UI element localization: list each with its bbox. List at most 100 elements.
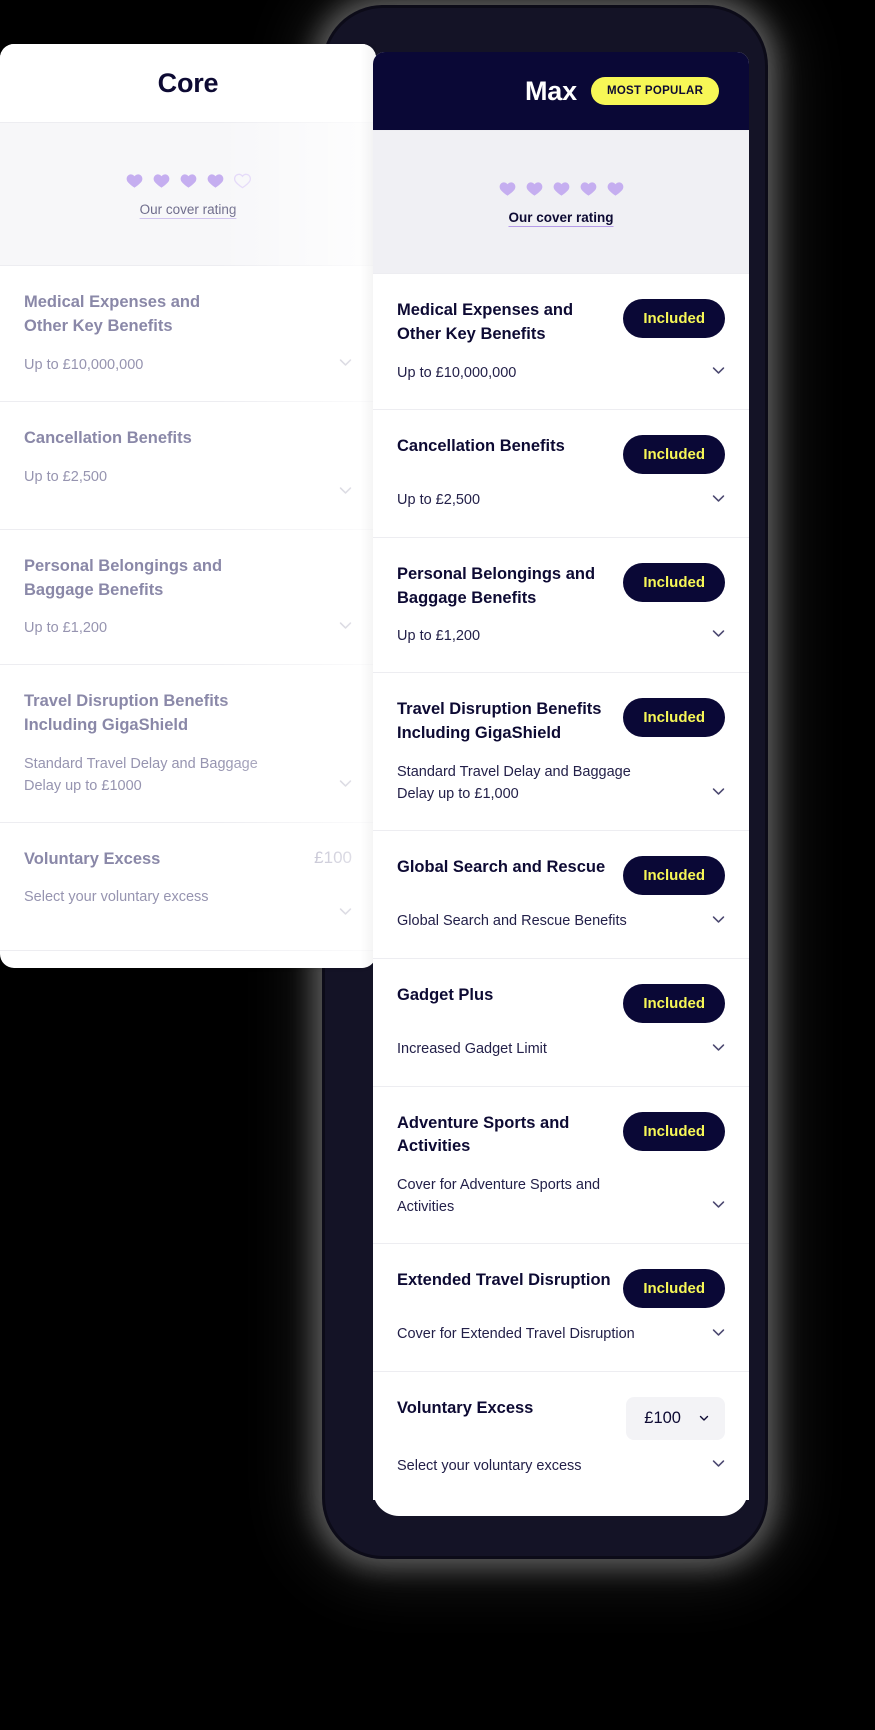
core-card-header: Core	[0, 44, 376, 122]
max-cover-rating-label[interactable]: Our cover rating	[508, 210, 613, 225]
core-cover-rating-label[interactable]: Our cover rating	[140, 202, 237, 217]
chevron-down-icon[interactable]	[337, 482, 354, 499]
benefit-row-top: Personal Belongings and Baggage Benefits	[24, 555, 352, 603]
benefit-row-top: Adventure Sports and Activities Included	[397, 1111, 725, 1160]
benefit-subtitle: Up to £2,500	[24, 468, 108, 485]
core-benefit-list: Medical Expenses and Other Key Benefits U…	[0, 266, 376, 951]
benefit-title: Voluntary Excess	[397, 1398, 534, 1417]
benefit-row-top: Voluntary Excess £100	[24, 848, 352, 872]
heart-filled-icon	[207, 174, 223, 188]
benefit-row[interactable]: Personal Belongings and Baggage Benefits…	[0, 530, 376, 666]
benefit-title: Voluntary Excess	[24, 849, 161, 868]
comparison-screenshot: Core Our cover rating Medical Expenses a…	[0, 0, 875, 1730]
benefit-row[interactable]: Gadget Plus Included Increased Gadget Limi…	[373, 959, 749, 1087]
benefit-title: Medical Expenses and Other Key Benefits	[24, 293, 201, 335]
benefit-subtitle: Increased Gadget Limit	[397, 1040, 547, 1057]
included-badge: Included	[623, 698, 725, 738]
chevron-down-icon[interactable]	[710, 1324, 727, 1341]
benefit-subtitle: Up to £2,500	[397, 491, 481, 508]
core-plan-title: Core	[157, 67, 219, 98]
chevron-down-icon[interactable]	[710, 783, 727, 800]
benefit-row[interactable]: Medical Expenses and Other Key Benefits I…	[373, 274, 749, 410]
benefit-row[interactable]: Adventure Sports and Activities Included C…	[373, 1087, 749, 1244]
benefit-subtitle: Standard Travel Delay and Baggage Delay …	[24, 756, 258, 794]
heart-filled-icon	[126, 174, 142, 188]
heart-filled-icon	[180, 174, 196, 188]
benefit-row-top: Voluntary Excess £100	[397, 1396, 725, 1440]
heart-filled-icon	[553, 182, 569, 196]
max-cover-rating-hearts	[498, 179, 625, 198]
benefit-title: Gadget Plus	[397, 985, 494, 1004]
heart-outline-icon	[233, 173, 251, 189]
benefit-row[interactable]: Cancellation Benefits Up to £2,500	[0, 402, 376, 530]
benefit-row[interactable]: Travel Disruption Benefits Including Gig…	[373, 673, 749, 831]
voluntary-excess-select[interactable]: £100	[626, 1396, 725, 1440]
benefit-row[interactable]: Voluntary Excess £100 Select your voluntar…	[373, 1372, 749, 1500]
benefit-subtitle: Standard Travel Delay and Baggage Delay …	[397, 764, 631, 802]
chevron-down-icon[interactable]	[710, 490, 727, 507]
benefit-row[interactable]: Global Search and Rescue Included Global S…	[373, 831, 749, 959]
benefit-title: Global Search and Rescue	[397, 857, 606, 876]
benefit-row[interactable]: Cancellation Benefits Included Up to £2,50…	[373, 410, 749, 538]
benefit-row-top: Cancellation Benefits Included	[397, 434, 725, 474]
plan-card-max[interactable]: Max MOST POPULAR Our cover rating Medica…	[373, 52, 749, 1500]
benefit-row-top: Cancellation Benefits	[24, 427, 352, 451]
benefit-title: Adventure Sports and Activities	[397, 1113, 570, 1156]
benefit-subtitle: Cover for Adventure Sports and Activitie…	[397, 1177, 601, 1216]
heart-filled-icon	[153, 174, 169, 188]
benefit-row-top: Travel Disruption Benefits Including Gig…	[24, 690, 352, 738]
included-badge: Included	[623, 1111, 725, 1151]
included-badge: Included	[623, 562, 725, 602]
benefit-subtitle: Global Search and Rescue Benefits	[397, 912, 627, 929]
benefit-title: Travel Disruption Benefits Including Gig…	[24, 692, 229, 735]
benefit-row[interactable]: Extended Travel Disruption Included Cover …	[373, 1244, 749, 1372]
chevron-down-icon[interactable]	[710, 911, 727, 928]
included-badge: Included	[623, 855, 725, 895]
benefit-title: Personal Belongings and Baggage Benefits	[397, 564, 596, 607]
core-rating-strip: Our cover rating	[0, 122, 376, 266]
benefit-row-top: Gadget Plus Included	[397, 983, 725, 1023]
benefit-row-top: Extended Travel Disruption Included	[397, 1268, 725, 1308]
benefit-subtitle: Cover for Extended Travel Disruption	[397, 1325, 635, 1342]
max-plan-title: Max	[525, 75, 577, 106]
chevron-down-icon[interactable]	[337, 775, 354, 792]
plan-card-core[interactable]: Core Our cover rating Medical Expenses a…	[0, 44, 376, 968]
benefit-subtitle: Up to £1,200	[397, 628, 481, 645]
benefit-subtitle: Up to £1,200	[24, 620, 108, 637]
chevron-down-icon[interactable]	[337, 354, 354, 371]
chevron-down-icon[interactable]	[710, 1196, 727, 1213]
chevron-down-icon[interactable]	[710, 625, 727, 642]
benefit-title: Personal Belongings and Baggage Benefits	[24, 556, 223, 599]
benefit-subtitle: Up to £10,000,000	[24, 356, 144, 373]
caret-down-icon[interactable]	[697, 1411, 711, 1425]
most-popular-badge: MOST POPULAR	[590, 77, 720, 105]
benefit-title: Cancellation Benefits	[397, 436, 565, 455]
benefit-subtitle: Select your voluntary excess	[24, 889, 209, 906]
included-badge: Included	[623, 434, 725, 474]
benefit-title: Medical Expenses and Other Key Benefits	[397, 301, 574, 343]
heart-filled-icon	[526, 182, 542, 196]
benefit-row-top: Medical Expenses and Other Key Benefits I…	[397, 299, 725, 347]
heart-filled-icon	[607, 182, 623, 196]
included-badge: Included	[623, 983, 725, 1023]
max-card-header: Max MOST POPULAR	[373, 52, 749, 130]
chevron-down-icon[interactable]	[710, 1039, 727, 1056]
benefit-row-top: Personal Belongings and Baggage Benefits…	[397, 562, 725, 611]
included-badge: Included	[623, 299, 725, 338]
benefit-row[interactable]: Medical Expenses and Other Key Benefits U…	[0, 266, 376, 402]
chevron-down-icon[interactable]	[710, 362, 727, 379]
benefit-subtitle: Up to £10,000,000	[397, 364, 517, 381]
benefit-title: Travel Disruption Benefits Including Gig…	[397, 700, 602, 743]
benefit-row[interactable]: Personal Belongings and Baggage Benefits…	[373, 538, 749, 674]
included-badge: Included	[623, 1268, 725, 1308]
chevron-down-icon[interactable]	[337, 903, 354, 920]
voluntary-excess-selected-value: £100	[644, 1408, 681, 1427]
benefit-row-top: Medical Expenses and Other Key Benefits	[24, 291, 352, 339]
benefit-row[interactable]: Voluntary Excess £100 Select your voluntar…	[0, 823, 376, 951]
chevron-down-icon[interactable]	[337, 617, 354, 634]
benefit-row-top: Travel Disruption Benefits Including Gig…	[397, 698, 725, 746]
benefit-title: Cancellation Benefits	[24, 428, 192, 447]
benefit-row-top: Global Search and Rescue Included	[397, 855, 725, 895]
benefit-row[interactable]: Travel Disruption Benefits Including Gig…	[0, 665, 376, 823]
chevron-down-icon[interactable]	[710, 1455, 727, 1472]
